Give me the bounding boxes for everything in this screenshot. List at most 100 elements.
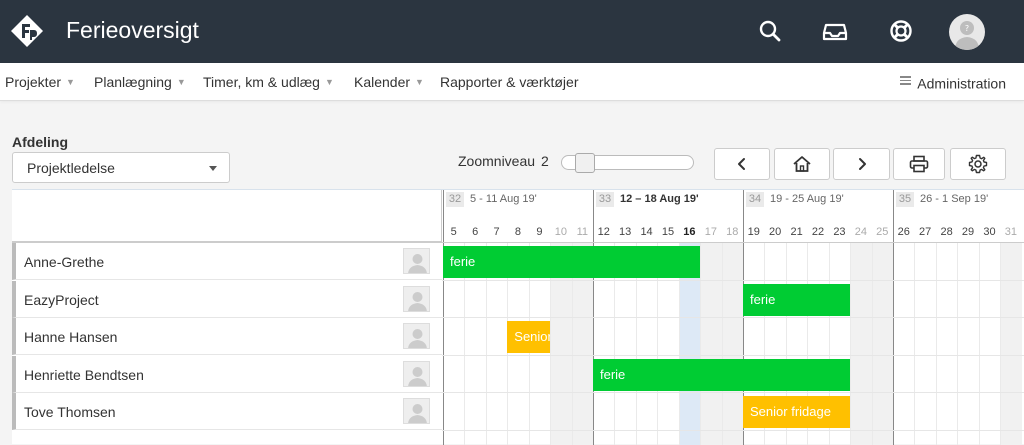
week-header: 35 26 - 1 Sep 19' xyxy=(893,190,1024,211)
department-label: Afdeling xyxy=(12,134,68,150)
menu-timer[interactable]: Timer, km & udlæg ▼ xyxy=(203,74,334,90)
day-number: 16 xyxy=(683,226,696,238)
chevron-down-icon: ▼ xyxy=(324,77,334,87)
week-header: 34 19 - 25 Aug 19' xyxy=(743,190,893,211)
gear-icon xyxy=(968,154,988,174)
day-number: 6 xyxy=(472,226,479,238)
person-row[interactable]: Tove Thomsen xyxy=(12,393,442,430)
chevron-left-icon xyxy=(738,158,745,170)
zoom-slider-handle[interactable] xyxy=(575,153,595,173)
day-separator xyxy=(700,243,702,445)
day-number: 12 xyxy=(597,226,610,238)
week-range: 19 - 25 Aug 19' xyxy=(770,193,844,205)
menu-administration[interactable]: Administration xyxy=(900,74,1006,92)
day-number: 8 xyxy=(514,226,522,238)
prev-button[interactable] xyxy=(714,148,770,180)
day-number: 31 xyxy=(1004,226,1017,238)
person-row[interactable]: Hanne Hansen xyxy=(12,318,442,355)
week-range: 26 - 1 Sep 19' xyxy=(920,193,989,205)
administration-label: Administration xyxy=(917,75,1006,92)
day-number: 28 xyxy=(940,226,953,238)
week-number: 34 xyxy=(746,192,765,207)
day-number: 5 xyxy=(450,226,457,238)
person-name: Hanne Hansen xyxy=(24,329,118,345)
day-number: 14 xyxy=(640,226,653,238)
absence-bar[interactable]: Senior fridage xyxy=(507,321,551,353)
person-row[interactable]: Henriette Bendtsen xyxy=(12,355,442,393)
week-range: 12 – 18 Aug 19' xyxy=(620,193,699,205)
day-number: 20 xyxy=(769,226,782,238)
person-row[interactable]: EazyProject xyxy=(12,280,442,318)
chevron-down-icon: ▼ xyxy=(415,77,424,87)
settings-button[interactable] xyxy=(950,148,1006,180)
person-name: EazyProject xyxy=(24,291,99,308)
day-separator xyxy=(871,243,873,445)
person-row[interactable]: Anne-Grethe xyxy=(12,243,442,280)
menu-projekter[interactable]: Projekter ▼ xyxy=(5,74,75,90)
row-divider xyxy=(442,354,1024,356)
day-number: 26 xyxy=(897,226,910,238)
print-icon xyxy=(909,155,929,173)
logo-icon[interactable] xyxy=(9,13,45,49)
week-number: 33 xyxy=(596,192,614,207)
weekend-column xyxy=(850,243,872,445)
row-divider xyxy=(442,317,1024,318)
department-select[interactable]: Projektledelse xyxy=(12,152,230,183)
person-name: Henriette Bendtsen xyxy=(24,366,144,383)
help-lifebuoy-icon[interactable] xyxy=(884,14,918,48)
day-number: 30 xyxy=(983,226,996,238)
zoom-label: Zoomniveau xyxy=(458,153,536,169)
weekend-column xyxy=(871,243,894,445)
day-number: 29 xyxy=(961,226,975,238)
day-separator xyxy=(978,243,980,445)
day-separator xyxy=(914,243,916,445)
day-number: 21 xyxy=(790,226,803,238)
weekend-column xyxy=(721,243,743,445)
day-separator xyxy=(957,243,959,445)
vacation-calendar: 32 5 - 11 Aug 19' 33 12 – 18 Aug 19' 34 19 - … xyxy=(12,189,1024,445)
person-name: Tove Thomsen xyxy=(24,404,116,420)
menu-rapporter[interactable]: Rapporter & værktøjer xyxy=(440,74,578,90)
person-avatar xyxy=(403,323,430,349)
print-button[interactable] xyxy=(893,148,945,180)
absence-bar[interactable]: Senior fridage xyxy=(743,396,851,428)
week-number: 35 xyxy=(896,192,915,207)
zoom-value: 2 xyxy=(541,153,549,169)
week-number: 32 xyxy=(446,192,464,207)
menu-planlaegning-label: Planlægning xyxy=(94,74,172,90)
day-number: 11 xyxy=(576,226,588,238)
person-name: Anne-Grethe xyxy=(24,254,105,270)
day-number: 7 xyxy=(493,226,500,238)
menu-rapporter-label: Rapporter & værktøjer xyxy=(440,74,579,90)
menu-kalender[interactable]: Kalender ▼ xyxy=(354,74,424,90)
absence-bar[interactable]: ferie xyxy=(593,358,851,391)
search-icon[interactable] xyxy=(753,14,787,48)
inbox-icon[interactable] xyxy=(818,14,852,48)
next-button[interactable] xyxy=(833,148,890,180)
app-title: Ferieoversigt xyxy=(66,17,199,43)
day-separator xyxy=(721,243,723,445)
home-button[interactable] xyxy=(774,148,830,180)
day-number: 27 xyxy=(919,226,932,238)
day-number: 24 xyxy=(854,226,867,238)
top-bar: Ferieoversigt ? xyxy=(0,0,1024,63)
zoom-slider[interactable] xyxy=(561,153,694,173)
day-separator xyxy=(1000,243,1002,445)
hamburger-icon xyxy=(900,74,912,87)
menu-planlaegning[interactable]: Planlægning ▼ xyxy=(94,74,186,90)
chevron-down-icon: ▼ xyxy=(176,77,186,87)
day-number: 19 xyxy=(747,226,760,238)
user-avatar[interactable]: ? xyxy=(949,14,985,50)
day-number: 22 xyxy=(811,226,825,238)
person-avatar xyxy=(403,285,430,312)
day-number: 13 xyxy=(619,226,632,238)
absence-bar[interactable]: ferie xyxy=(743,283,851,316)
weekend-column xyxy=(1000,243,1022,445)
people-header xyxy=(12,190,442,243)
chevron-right-icon xyxy=(858,158,866,170)
absence-bar[interactable]: ferie xyxy=(443,246,701,278)
day-separator xyxy=(935,243,937,445)
caret-down-icon xyxy=(209,166,217,171)
day-number: 23 xyxy=(833,226,846,238)
row-divider xyxy=(442,429,1024,431)
